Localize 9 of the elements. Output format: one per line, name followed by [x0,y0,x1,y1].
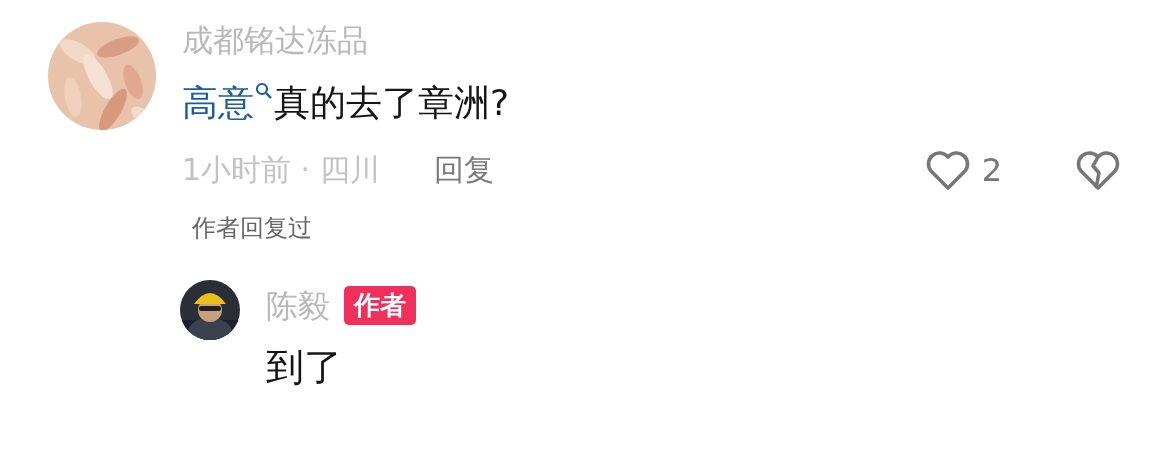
author-badge: 作者 [344,286,416,326]
like-button[interactable]: 2 [923,148,1002,193]
comment-text: 高意 真的去了章洲? [182,81,511,125]
mention-link[interactable]: 高意 [182,81,274,125]
author-replied-link[interactable]: 作者回复过 [192,212,312,245]
reply-text: 到了 [266,345,343,391]
timestamp-location: 1小时前 · 四川 [182,150,380,189]
broken-heart-icon[interactable] [1074,148,1122,193]
reply-button[interactable]: 回复 [433,149,494,191]
